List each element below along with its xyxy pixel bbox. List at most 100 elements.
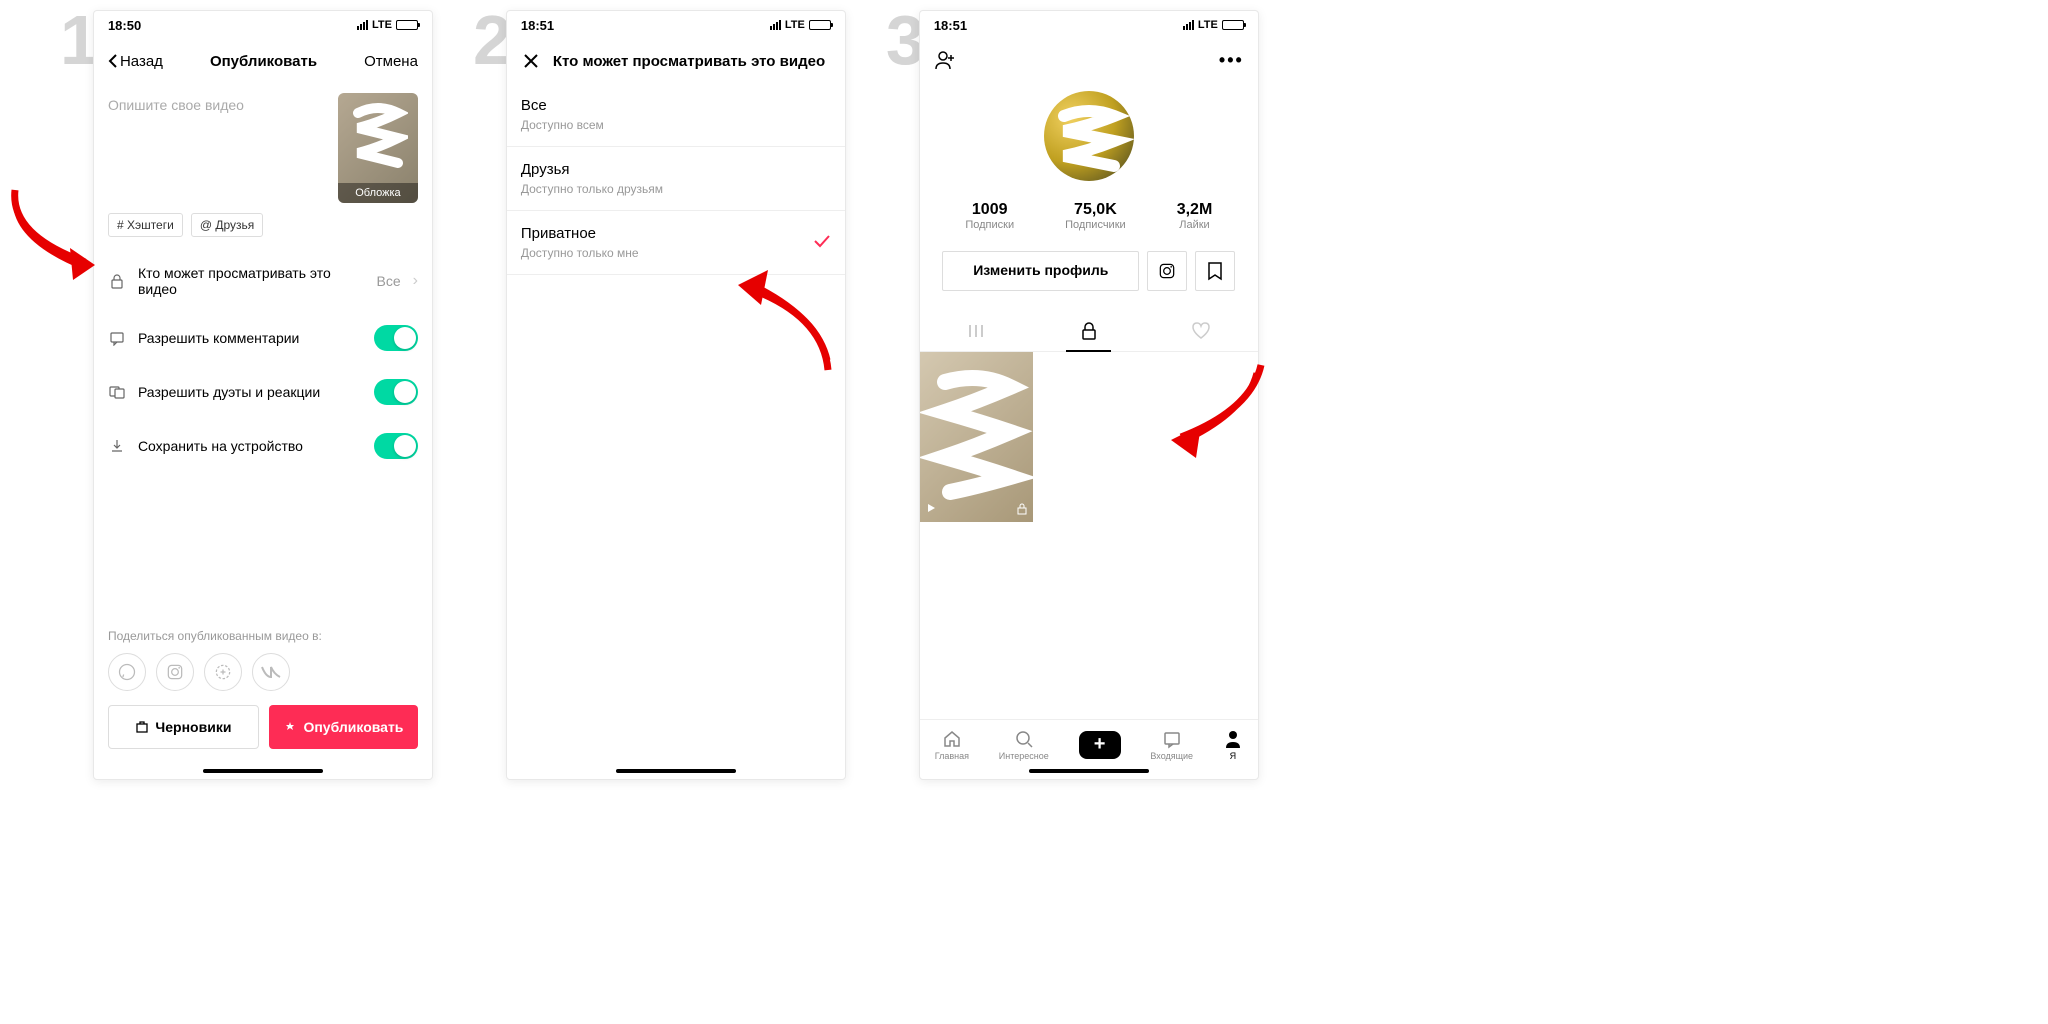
privacy-row[interactable]: Кто может просматривать это видео Все ›	[108, 251, 418, 311]
option-private[interactable]: Приватное Доступно только мне	[507, 211, 845, 275]
instagram-icon[interactable]	[156, 653, 194, 691]
status-bar: 18:50 LTE	[94, 11, 432, 39]
nav-discover[interactable]: Интересное	[999, 729, 1049, 761]
comments-label: Разрешить комментарии	[138, 330, 362, 346]
duets-row: Разрешить дуэты и реакции	[108, 365, 418, 419]
tab-private[interactable]	[1032, 311, 1145, 351]
more-button[interactable]: •••	[1219, 50, 1244, 71]
option-sub: Доступно всем	[521, 118, 831, 132]
back-label: Назад	[120, 53, 163, 70]
video-grid	[920, 352, 1258, 522]
nav-label: Интересное	[999, 751, 1049, 761]
cancel-button[interactable]: Отмена	[364, 53, 418, 70]
stat-label: Подписчики	[1065, 219, 1126, 231]
status-time: 18:51	[521, 18, 554, 33]
phone-screen-2: 18:51 LTE Кто может просматривать это ви…	[506, 10, 846, 780]
drafts-button[interactable]: Черновики	[108, 705, 259, 749]
save-label: Сохранить на устройство	[138, 438, 362, 454]
nav-home[interactable]: Главная	[935, 729, 969, 761]
story-icon[interactable]	[204, 653, 242, 691]
instagram-link-button[interactable]	[1147, 251, 1187, 291]
close-button[interactable]	[521, 51, 541, 71]
vk-icon[interactable]	[252, 653, 290, 691]
lock-icon	[108, 272, 126, 290]
nav-label: Главная	[935, 751, 969, 761]
save-row: Сохранить на устройство	[108, 419, 418, 473]
duet-icon	[108, 383, 126, 401]
edit-profile-button[interactable]: Изменить профиль	[942, 251, 1139, 291]
publish-button[interactable]: Опубликовать	[269, 705, 418, 749]
nav-bar: Назад Опубликовать Отмена	[94, 39, 432, 83]
status-bar: 18:51 LTE	[920, 11, 1258, 39]
stat-followers[interactable]: 75,0K Подписчики	[1065, 201, 1126, 231]
share-label: Поделиться опубликованным видео в:	[108, 619, 418, 653]
option-title: Приватное	[521, 225, 813, 242]
bottom-nav: Главная Интересное + Входящие Я	[920, 719, 1258, 769]
friends-button[interactable]: @ Друзья	[191, 213, 263, 237]
nav-profile[interactable]: Я	[1223, 729, 1243, 761]
stat-num: 1009	[965, 201, 1014, 219]
hashtag-button[interactable]: # Хэштеги	[108, 213, 183, 237]
stat-num: 3,2M	[1177, 201, 1213, 219]
lte-label: LTE	[1198, 19, 1218, 31]
stat-likes[interactable]: 3,2M Лайки	[1177, 201, 1213, 231]
nav-create[interactable]: +	[1079, 731, 1121, 759]
stat-label: Подписки	[965, 219, 1014, 231]
option-friends[interactable]: Друзья Доступно только друзьям	[507, 147, 845, 211]
video-thumbnail[interactable]: Обложка	[338, 93, 418, 203]
option-title: Друзья	[521, 161, 831, 178]
back-button[interactable]: Назад	[108, 53, 163, 70]
whatsapp-icon[interactable]	[108, 653, 146, 691]
add-friends-button[interactable]	[934, 49, 956, 71]
privacy-label: Кто может просматривать это видео	[138, 265, 365, 297]
option-all[interactable]: Все Доступно всем	[507, 83, 845, 147]
home-indicator[interactable]	[616, 769, 736, 773]
lte-label: LTE	[372, 19, 392, 31]
bookmark-button[interactable]	[1195, 251, 1235, 291]
status-time: 18:50	[108, 18, 141, 33]
status-bar: 18:51 LTE	[507, 11, 845, 39]
nav-label: Входящие	[1150, 751, 1193, 761]
video-thumbnail[interactable]	[920, 352, 1033, 522]
nav-title: Кто может просматривать это видео	[553, 53, 825, 70]
duets-label: Разрешить дуэты и реакции	[138, 384, 362, 400]
comment-icon	[108, 329, 126, 347]
lte-label: LTE	[785, 19, 805, 31]
comments-row: Разрешить комментарии	[108, 311, 418, 365]
option-sub: Доступно только мне	[521, 246, 813, 260]
nav-label: Я	[1230, 751, 1237, 761]
privacy-value: Все	[376, 273, 400, 289]
chevron-right-icon: ›	[413, 272, 418, 290]
stat-num: 75,0K	[1065, 201, 1126, 219]
signal-icon	[1183, 20, 1194, 30]
phone-screen-3: 18:51 LTE ••• 1009 Подписки 75,0K Подпис…	[919, 10, 1259, 780]
save-toggle[interactable]	[374, 433, 418, 459]
tab-feed[interactable]	[920, 311, 1033, 351]
nav-inbox[interactable]: Входящие	[1150, 729, 1193, 761]
battery-icon	[809, 20, 831, 30]
tab-liked[interactable]	[1145, 311, 1258, 351]
phone-screen-1: 18:50 LTE Назад Опубликовать Отмена Опиш…	[93, 10, 433, 780]
battery-icon	[1222, 20, 1244, 30]
stat-following[interactable]: 1009 Подписки	[965, 201, 1014, 231]
nav-title: Опубликовать	[163, 53, 364, 70]
option-sub: Доступно только друзьям	[521, 182, 831, 196]
drafts-label: Черновики	[155, 719, 231, 735]
duets-toggle[interactable]	[374, 379, 418, 405]
download-icon	[108, 437, 126, 455]
stat-label: Лайки	[1177, 219, 1213, 231]
signal-icon	[770, 20, 781, 30]
description-input[interactable]: Опишите свое видео	[108, 93, 328, 203]
profile-tabs	[920, 311, 1258, 352]
home-indicator[interactable]	[203, 769, 323, 773]
play-icon	[926, 503, 936, 518]
publish-label: Опубликовать	[303, 719, 403, 735]
comments-toggle[interactable]	[374, 325, 418, 351]
home-indicator[interactable]	[1029, 769, 1149, 773]
nav-bar: Кто может просматривать это видео	[507, 39, 845, 83]
status-time: 18:51	[934, 18, 967, 33]
thumbnail-label: Обложка	[338, 183, 418, 203]
check-icon	[813, 232, 831, 253]
profile-avatar[interactable]	[1044, 91, 1134, 181]
battery-icon	[396, 20, 418, 30]
